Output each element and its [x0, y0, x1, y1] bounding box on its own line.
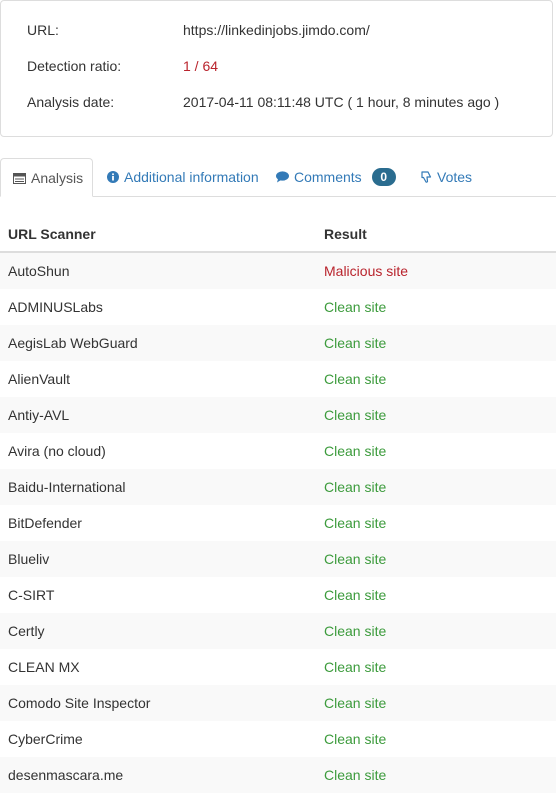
scan-result: Clean site [324, 587, 387, 603]
scanner-name: CLEAN MX [8, 659, 80, 675]
table-body: AutoShun Malicious site ADMINUSLabs Clean s… [0, 253, 556, 793]
url-value: https://linkedinjobs.jimdo.com/ [183, 22, 370, 38]
scan-result: Clean site [324, 731, 387, 747]
scanner-name: AegisLab WebGuard [8, 335, 138, 351]
table-row: CyberCrime Clean site [0, 721, 556, 757]
scan-result: Clean site [324, 443, 387, 459]
scan-result: Clean site [324, 551, 387, 567]
analysis-date-label: Analysis date: [27, 94, 115, 110]
tab-votes[interactable]: Votes [421, 158, 472, 197]
scan-result: Clean site [324, 371, 387, 387]
tab-comments[interactable]: Comments 0 [276, 158, 396, 197]
tab-votes-label: Votes [437, 169, 473, 185]
scan-result: Clean site [324, 299, 387, 315]
table-row: Antiy-AVL Clean site [0, 397, 556, 433]
table-row: Baidu-International Clean site [0, 469, 556, 505]
table-row: Comodo Site Inspector Clean site [0, 685, 556, 721]
table-row: Certly Clean site [0, 613, 556, 649]
scan-result: Clean site [324, 335, 387, 351]
table-row: AlienVault Clean site [0, 361, 556, 397]
scanner-name: C-SIRT [8, 587, 55, 603]
url-row: URL: https://linkedinjobs.jimdo.com/ [1, 20, 552, 40]
scan-results-table: URL Scanner Result AutoShun Malicious sit… [0, 216, 556, 793]
table-header: URL Scanner Result [0, 216, 556, 253]
scan-result: Clean site [324, 623, 387, 639]
scanner-name: BitDefender [8, 515, 82, 531]
table-row: Avira (no cloud) Clean site [0, 433, 556, 469]
table-row: CLEAN MX Clean site [0, 649, 556, 685]
scanner-name: Baidu-International [8, 479, 126, 495]
scanner-name: AutoShun [8, 263, 70, 279]
scanner-name: AlienVault [8, 371, 71, 387]
scanner-name: ADMINUSLabs [8, 299, 103, 315]
table-row: BitDefender Clean site [0, 505, 556, 541]
comment-icon [276, 159, 289, 197]
table-icon [13, 160, 26, 198]
thumbs-down-icon [421, 159, 432, 197]
tab-analysis-label: Analysis [31, 170, 84, 186]
column-header-result: Result [324, 226, 367, 242]
url-label: URL: [27, 22, 59, 38]
scanner-name: Antiy-AVL [8, 407, 70, 423]
tab-comments-label: Comments [294, 169, 362, 185]
scan-result: Clean site [324, 407, 387, 423]
detection-ratio-label: Detection ratio: [27, 58, 122, 74]
tab-additional-information[interactable]: Additional information [107, 158, 259, 197]
column-header-url-scanner: URL Scanner [8, 226, 96, 242]
scanner-name: CyberCrime [8, 731, 83, 747]
info-circle-icon [107, 159, 119, 197]
table-row: ADMINUSLabs Clean site [0, 289, 556, 325]
scan-result: Clean site [324, 659, 387, 675]
scanner-name: Comodo Site Inspector [8, 695, 151, 711]
comments-count-badge: 0 [371, 168, 396, 187]
table-row: AutoShun Malicious site [0, 253, 556, 289]
detection-ratio-row: Detection ratio: 1 / 64 [1, 56, 552, 76]
table-row: AegisLab WebGuard Clean site [0, 325, 556, 361]
tab-analysis[interactable]: Analysis [0, 158, 93, 197]
scan-result: Clean site [324, 767, 387, 783]
table-row: desenmascara.me Clean site [0, 757, 556, 793]
scan-result: Clean site [324, 695, 387, 711]
tab-additional-label: Additional information [124, 169, 259, 185]
scanner-name: Certly [8, 623, 45, 639]
file-info-panel: URL: https://linkedinjobs.jimdo.com/ Det… [0, 0, 553, 137]
scanner-name: Avira (no cloud) [8, 443, 106, 459]
analysis-date-row: Analysis date: 2017-04-11 08:11:48 UTC (… [1, 92, 552, 112]
scanner-name: desenmascara.me [8, 767, 124, 783]
analysis-date-value: 2017-04-11 08:11:48 UTC ( 1 hour, 8 minu… [183, 94, 500, 110]
table-row: C-SIRT Clean site [0, 577, 556, 613]
scanner-name: Blueliv [8, 551, 50, 567]
scan-result: Clean site [324, 479, 387, 495]
scan-result: Malicious site [324, 263, 409, 279]
tab-bar: Analysis Additional information Comments… [0, 158, 556, 197]
detection-ratio-value: 1 / 64 [183, 58, 219, 74]
table-row: Blueliv Clean site [0, 541, 556, 577]
scan-result: Clean site [324, 515, 387, 531]
